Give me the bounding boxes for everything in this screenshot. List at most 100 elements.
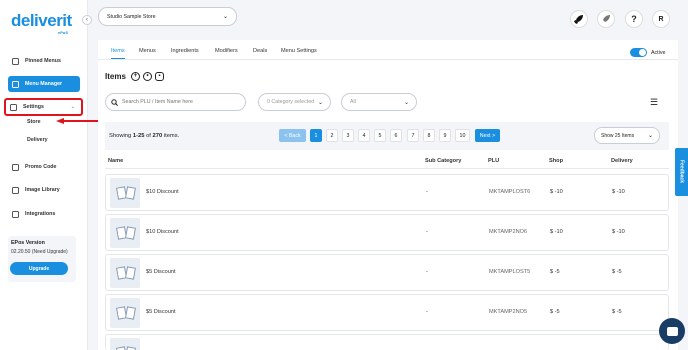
tab-deals[interactable]: Deals — [253, 48, 267, 54]
page-6-button[interactable]: 6 — [390, 129, 402, 142]
page-4-button[interactable]: 4 — [358, 129, 370, 142]
sidebar-item-image-library[interactable]: Image Library — [8, 182, 80, 198]
tab-ingredients[interactable]: Ingredients — [171, 48, 199, 54]
status-select-value: All — [350, 99, 356, 105]
version-title: EPos Version — [11, 240, 45, 246]
chevron-down-icon: ⌄ — [222, 14, 228, 20]
per-page-value: Show 25 Items — [601, 132, 635, 139]
item-sub-category: - — [426, 229, 428, 235]
rocket-outline-icon — [603, 15, 610, 22]
add-icon[interactable]: + — [131, 72, 140, 81]
sidebar: deliverit ePoS Pinned Menus Menu Manager… — [0, 0, 88, 350]
chevron-down-icon: ⌄ — [70, 104, 75, 110]
page-3-button[interactable]: 3 — [342, 129, 354, 142]
store-select-value: Studio Sample Store — [107, 13, 156, 20]
feedback-label: Feedback — [678, 160, 685, 184]
pagination-strip: Showing 1-25 of 270 items. < Back 1 2 3 … — [105, 122, 669, 150]
logo-sub: ePoS — [58, 30, 69, 35]
gear-icon — [10, 103, 17, 111]
table-row[interactable]: $10 Discount - MKTAMP2NO6 $ -10 $ -10 — [105, 214, 669, 251]
sidebar-item-label: Pinned Menus — [25, 58, 61, 64]
chevron-down-icon: ⌄ — [317, 99, 323, 106]
item-shop-price: $ -10 — [550, 189, 563, 195]
column-header-name: Name — [108, 158, 124, 164]
sidebar-item-label: Settings — [23, 104, 44, 110]
help-icon: ? — [631, 14, 637, 24]
column-header-delivery: Delivery — [611, 158, 633, 164]
sidebar-item-menu-manager[interactable]: Menu Manager — [8, 76, 80, 92]
page-7-button[interactable]: 7 — [407, 129, 419, 142]
table-row[interactable]: $10 Discount - MKTAMPLOST6 $ -10 $ -10 — [105, 174, 669, 211]
table-row[interactable]: $5 Discount - MKTAMP2NO5 $ -5 $ -5 — [105, 294, 669, 331]
sidebar-subitem-delivery[interactable]: Delivery — [27, 137, 48, 143]
item-sub-category: - — [426, 269, 428, 275]
sidebar-subitem-store[interactable]: Store — [27, 119, 41, 125]
tab-menu-settings[interactable]: Menu Settings — [281, 48, 317, 54]
chat-button[interactable] — [659, 318, 685, 344]
tab-modifiers[interactable]: Modifiers — [215, 48, 238, 54]
settings-circle-icon[interactable]: • — [143, 72, 152, 81]
item-delivery-price: $ -5 — [612, 309, 622, 315]
table-row[interactable] — [105, 334, 669, 350]
rocket-icon — [574, 15, 583, 24]
category-select-value: 0 Category selected — [267, 99, 315, 105]
sidebar-item-label: Menu Manager — [25, 81, 63, 87]
item-shop-price: $ -10 — [550, 229, 563, 235]
sidebar-item-pinned-menus[interactable]: Pinned Menus — [8, 53, 80, 69]
filter-icon[interactable]: ☰ — [650, 97, 658, 108]
user-initial: R — [658, 15, 664, 23]
item-thumbnail — [110, 298, 140, 328]
column-header-plu: PLU — [488, 158, 500, 164]
chat-icon — [666, 326, 678, 336]
search-input[interactable] — [122, 99, 240, 105]
collapse-sidebar-button[interactable]: ‹ — [82, 15, 92, 25]
item-shop-price: $ -5 — [550, 309, 560, 315]
sidebar-item-promo-code[interactable]: Promo Code — [8, 159, 80, 175]
tab-items[interactable]: Items — [111, 48, 125, 59]
rocket-button[interactable] — [570, 10, 588, 28]
item-delivery-price: $ -5 — [612, 269, 622, 275]
store-select[interactable]: Studio Sample Store ⌄ — [98, 7, 237, 26]
next-button[interactable]: Next > — [475, 129, 500, 142]
status-select[interactable]: All ⌄ — [341, 93, 417, 111]
pin-icon — [12, 57, 19, 65]
image-icon — [12, 186, 19, 194]
item-sub-category: - — [426, 309, 428, 315]
item-plu: MKTAMP2NO6 — [489, 229, 528, 235]
search-icon — [111, 98, 118, 106]
active-toggle[interactable] — [630, 48, 647, 57]
upgrade-button[interactable]: Upgrade — [10, 262, 68, 275]
item-delivery-price: $ -10 — [612, 229, 625, 235]
printer-icon[interactable]: ▪ — [155, 72, 164, 81]
back-button[interactable]: < Back — [279, 129, 306, 142]
upgrade-label: Upgrade — [28, 265, 50, 272]
tab-menus[interactable]: Menus — [139, 48, 156, 54]
item-sub-category: - — [426, 189, 428, 195]
search-box[interactable] — [105, 93, 246, 111]
help-button[interactable]: ? — [625, 10, 643, 28]
page-9-button[interactable]: 9 — [439, 129, 451, 142]
main-panel: Items Menus Ingredients Modifiers Deals … — [98, 40, 678, 350]
page-1-button[interactable]: 1 — [310, 129, 322, 142]
item-plu: MKTAMPLOST5 — [489, 269, 531, 275]
sidebar-item-integrations[interactable]: Integrations — [8, 206, 80, 222]
sidebar-item-label: Promo Code — [25, 164, 57, 170]
page-10-button[interactable]: 10 — [455, 129, 470, 142]
table-row[interactable]: $5 Discount - MKTAMPLOST5 $ -5 $ -5 — [105, 254, 669, 291]
category-select[interactable]: 0 Category selected ⌄ — [258, 93, 331, 111]
item-thumbnail — [110, 338, 140, 350]
sidebar-item-settings[interactable]: Settings ⌄ — [4, 98, 83, 116]
feedback-tab[interactable]: Feedback — [675, 148, 688, 196]
user-avatar[interactable]: R — [652, 10, 670, 28]
rocket-alt-button[interactable] — [597, 10, 615, 28]
page-2-button[interactable]: 2 — [326, 129, 338, 142]
page-5-button[interactable]: 5 — [374, 129, 386, 142]
page-8-button[interactable]: 8 — [423, 129, 435, 142]
menu-icon — [12, 80, 19, 88]
item-name: $10 Discount — [146, 189, 179, 195]
column-header-sub-category: Sub Category — [425, 158, 462, 164]
per-page-select[interactable]: Show 25 Items ⌄ — [594, 127, 660, 144]
item-name: $5 Discount — [146, 309, 176, 315]
item-plu: MKTAMP2NO5 — [489, 309, 528, 315]
item-delivery-price: $ -10 — [612, 189, 625, 195]
